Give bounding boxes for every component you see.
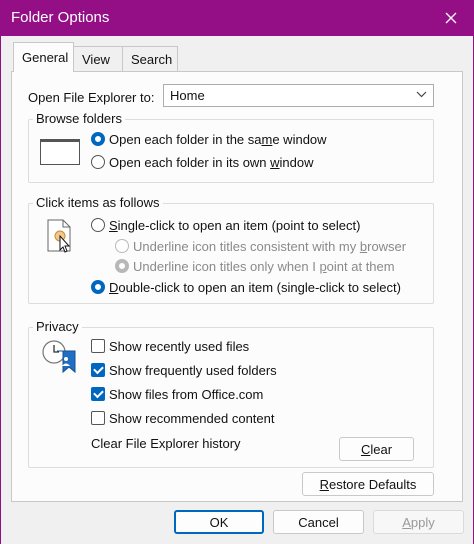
browse-folders-title: Browse folders [33, 111, 125, 126]
checkbox-recent-files-label[interactable]: Show recently used files [109, 339, 249, 354]
cancel-button[interactable]: Cancel [273, 510, 364, 534]
checkbox-recommended-label[interactable]: Show recommended content [109, 411, 274, 426]
browse-folders-group [28, 119, 434, 183]
privacy-icon [42, 340, 76, 374]
tab-general[interactable]: General [13, 42, 74, 72]
dialog-border-left [0, 36, 1, 544]
window-title: Folder Options [11, 9, 110, 26]
title-bar[interactable]: Folder Options [0, 0, 474, 36]
checkbox-frequent-folders-label[interactable]: Show frequently used folders [109, 363, 277, 378]
click-cursor-icon [47, 219, 71, 253]
tab-view[interactable]: View [73, 46, 123, 71]
radio-single-click-label[interactable]: Single-click to open an item (point to s… [109, 218, 360, 233]
open-to-select[interactable]: Home [163, 84, 434, 107]
clear-history-label: Clear File Explorer history [91, 436, 241, 451]
radio-own-window-label[interactable]: Open each folder in its own window [109, 155, 314, 170]
radio-same-window[interactable] [91, 132, 105, 146]
radio-double-click[interactable] [91, 280, 105, 294]
radio-underline-point[interactable] [115, 259, 129, 273]
checkbox-frequent-folders[interactable] [91, 363, 105, 377]
close-button[interactable] [428, 0, 474, 36]
checkbox-recommended[interactable] [91, 411, 105, 425]
radio-underline-browser-label[interactable]: Underline icon titles consistent with my… [133, 239, 406, 254]
radio-same-window-label[interactable]: Open each folder in the same window [109, 132, 327, 147]
checkbox-office-files[interactable] [91, 387, 105, 401]
privacy-title: Privacy [33, 319, 82, 334]
checkbox-office-files-label[interactable]: Show files from Office.com [109, 387, 263, 402]
radio-own-window[interactable] [91, 155, 105, 169]
checkbox-recent-files[interactable] [91, 339, 105, 353]
close-icon [445, 12, 457, 24]
browse-folders-illustration [40, 139, 80, 165]
radio-underline-browser[interactable] [115, 239, 129, 253]
chevron-down-icon [416, 87, 427, 104]
click-items-title: Click items as follows [33, 195, 163, 210]
radio-underline-point-label[interactable]: Underline icon titles only when I point … [133, 259, 395, 274]
restore-defaults-button[interactable]: Restore Defaults [302, 472, 434, 496]
clear-button[interactable]: Clear [339, 437, 414, 461]
apply-button[interactable]: Apply [373, 510, 464, 534]
open-to-label: Open File Explorer to: [28, 90, 155, 105]
ok-button[interactable]: OK [174, 510, 264, 534]
open-to-value: Home [170, 88, 205, 103]
radio-single-click[interactable] [91, 218, 105, 232]
tab-search[interactable]: Search [122, 46, 178, 71]
radio-double-click-label[interactable]: Double-click to open an item (single-cli… [109, 280, 401, 295]
